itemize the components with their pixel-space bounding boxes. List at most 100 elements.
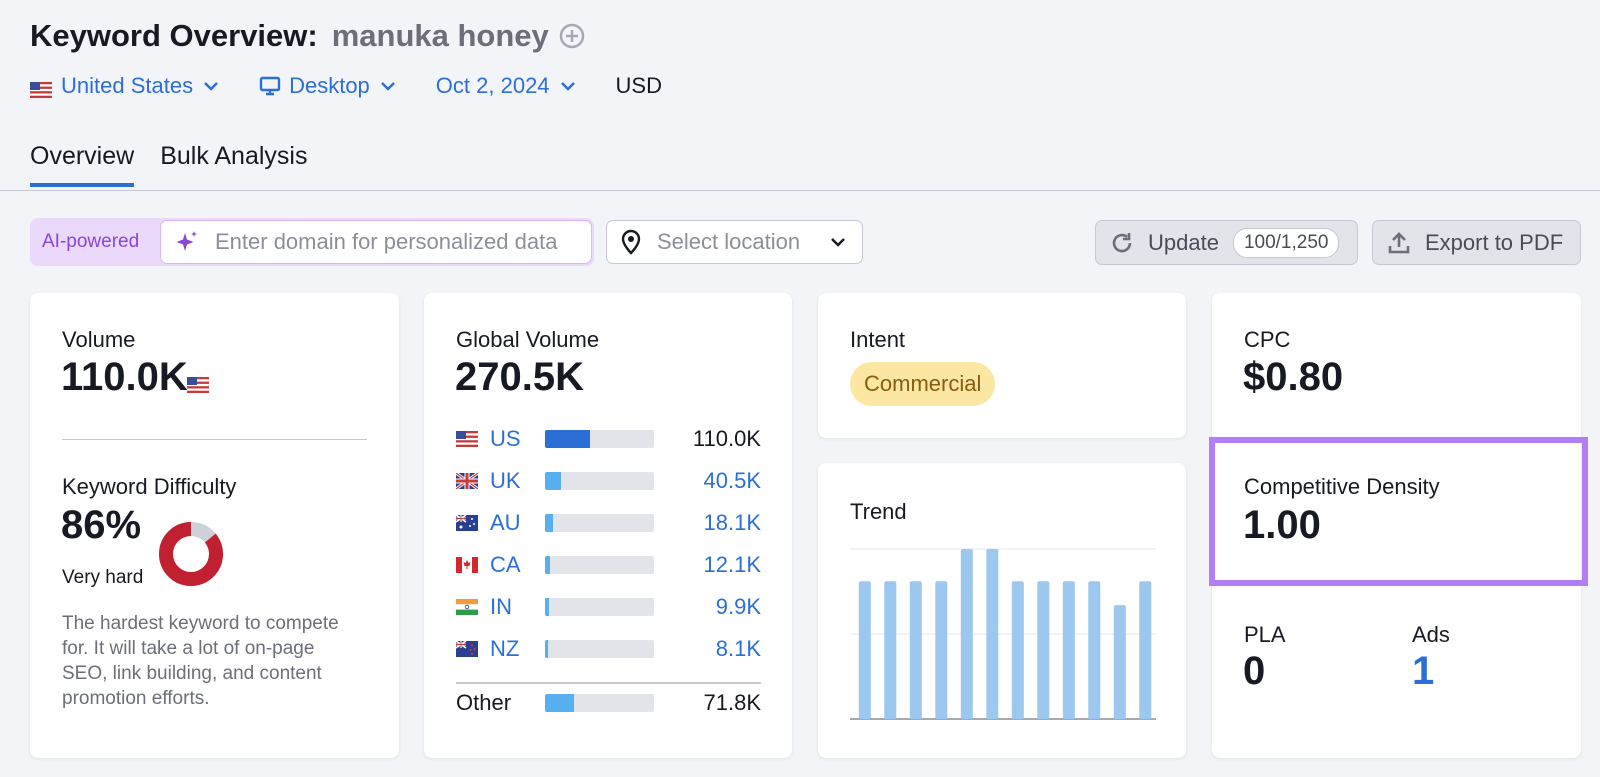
other-label: Other: [456, 690, 512, 715]
global-volume-card: Global Volume 270.5K US 110.0K UK 40.5K …: [424, 293, 792, 758]
share-bar-fill: [545, 640, 549, 658]
trend-bar[interactable]: [1139, 581, 1152, 719]
share-bar-fill: [545, 514, 553, 532]
update-button[interactable]: Update 100/1,250: [1095, 220, 1358, 265]
device-filter[interactable]: Desktop: [259, 73, 396, 99]
cpc-value: $0.80: [1243, 355, 1344, 399]
trend-bar[interactable]: [1011, 581, 1024, 719]
volume-divider: [62, 439, 367, 440]
domain-placeholder: Enter domain for personalized data: [215, 229, 558, 254]
us-flag-icon: [30, 78, 52, 98]
ai-domain-box: AI-powered Enter domain for personalized…: [30, 218, 594, 266]
country-row-nz[interactable]: NZ 8.1K: [455, 636, 761, 662]
country-volume[interactable]: 18.1K: [704, 510, 762, 536]
volume-card: Volume 110.0K Keyword Difficulty 86% Ver…: [30, 293, 399, 758]
update-counter: 100/1,250: [1232, 227, 1340, 258]
trend-label: Trend: [850, 499, 907, 524]
kd-value: 86%: [61, 503, 142, 547]
tab-overview[interactable]: Overview: [30, 138, 135, 187]
share-bar: [545, 694, 654, 712]
intent-label: Intent: [850, 327, 906, 352]
trend-bar[interactable]: [960, 549, 973, 719]
share-bar-fill: [545, 430, 590, 448]
intent-badge: Commercial: [850, 362, 996, 406]
trend-bar[interactable]: [1113, 605, 1126, 719]
trend-card: Trend: [818, 463, 1186, 758]
country-volume[interactable]: 9.9K: [716, 594, 761, 620]
country-row-ca[interactable]: CA 12.1K: [456, 552, 762, 578]
ads-value[interactable]: 1: [1412, 649, 1434, 694]
country-row-us[interactable]: US 110.0K: [456, 426, 761, 451]
chevron-down-icon: [830, 233, 846, 251]
in-flag-icon: [456, 599, 478, 615]
volume-label: Volume: [62, 327, 136, 352]
country-code: CA: [490, 552, 521, 577]
trend-bar[interactable]: [858, 581, 871, 719]
share-bar: [545, 598, 654, 616]
country-volume[interactable]: 40.5K: [704, 468, 762, 494]
cpc-label: CPC: [1244, 327, 1291, 352]
location-placeholder: Select location: [657, 229, 801, 254]
country-filter[interactable]: United States: [30, 73, 219, 99]
date-label: Oct 2, 2024: [435, 73, 550, 98]
country-row-uk[interactable]: UK 40.5K: [455, 468, 762, 494]
nz-flag-icon: [455, 640, 478, 657]
device-label: Desktop: [289, 73, 370, 98]
page-header: Keyword Overview: manuka honey: [30, 14, 585, 58]
tab-bulk-analysis[interactable]: Bulk Analysis: [160, 138, 307, 187]
trend-bar[interactable]: [909, 581, 922, 719]
share-bar: [545, 640, 654, 658]
country-row-in[interactable]: IN 9.9K: [456, 594, 761, 620]
kd-level: Very hard: [62, 567, 144, 588]
country-row-au[interactable]: AU 18.1K: [455, 510, 762, 536]
currency-label: USD: [615, 73, 662, 98]
export-pdf-button[interactable]: Export to PDF: [1372, 220, 1581, 265]
monitor-icon: [259, 76, 281, 96]
trend-bar[interactable]: [986, 549, 999, 719]
share-bar-fill: [545, 598, 550, 616]
country-volume[interactable]: 12.1K: [704, 552, 762, 578]
trend-chart: [850, 548, 1156, 720]
upload-icon: [1387, 231, 1411, 255]
pla-label: PLA: [1244, 622, 1286, 647]
kd-label: Keyword Difficulty: [62, 474, 237, 499]
country-volume: 110.0K: [692, 426, 761, 451]
country-code: US: [490, 426, 521, 451]
country-code: IN: [490, 594, 512, 619]
date-filter[interactable]: Oct 2, 2024: [436, 73, 576, 99]
trend-bar[interactable]: [884, 581, 897, 719]
share-bar: [545, 430, 654, 448]
au-flag-icon: [455, 514, 478, 531]
domain-input[interactable]: Enter domain for personalized data: [160, 220, 592, 264]
trend-bar[interactable]: [1088, 581, 1101, 719]
country-volume[interactable]: 8.1K: [716, 636, 761, 662]
share-bar: [545, 556, 654, 574]
add-keyword-icon[interactable]: [559, 23, 585, 49]
intent-card: Intent Commercial: [818, 293, 1186, 438]
competitive-density-highlight: [1209, 437, 1588, 586]
us-flag-icon: [187, 377, 209, 393]
uk-flag-icon: [455, 471, 479, 491]
tab-bar: Overview Bulk Analysis: [30, 138, 333, 187]
kd-description: The hardest keyword to compete for. It w…: [62, 613, 339, 709]
export-label: Export to PDF: [1425, 229, 1564, 255]
country-code: UK: [490, 468, 521, 493]
share-bar-fill: [545, 694, 574, 712]
trend-bar[interactable]: [1062, 581, 1075, 719]
us-flag-icon: [456, 431, 478, 447]
filter-bar: United States Desktop Oct 2, 2024 USD: [30, 66, 662, 106]
other-volume: 71.8K: [703, 690, 762, 715]
chevron-down-icon: [203, 81, 219, 91]
global-volume-label: Global Volume: [456, 327, 600, 352]
ca-flag-icon: [456, 557, 478, 573]
tabs-divider: [0, 190, 1600, 191]
sparkle-icon: [175, 230, 199, 254]
volume-value: 110.0K: [61, 355, 188, 399]
location-select[interactable]: Select location: [606, 220, 863, 264]
share-bar: [545, 514, 654, 532]
pla-value: 0: [1243, 649, 1266, 693]
kd-donut: [159, 522, 223, 586]
trend-bar[interactable]: [935, 581, 948, 719]
trend-bar[interactable]: [1037, 581, 1050, 719]
update-label: Update: [1148, 229, 1219, 255]
